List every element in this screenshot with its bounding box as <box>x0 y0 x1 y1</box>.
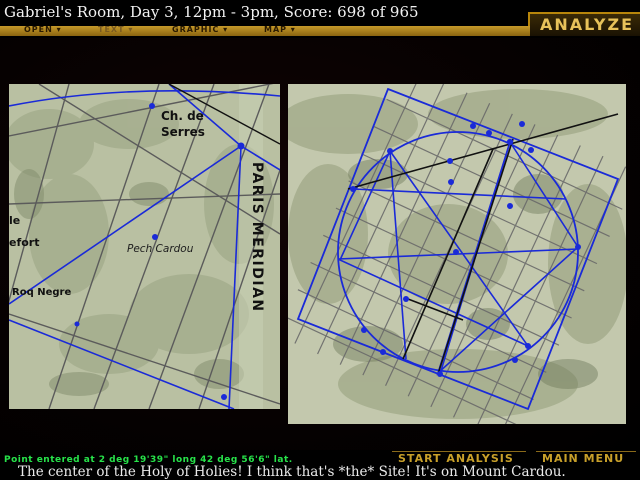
narration-text: The center of the Holy of Holies! I thin… <box>18 464 566 480</box>
label-paris-meridian: PARIS MERIDIAN <box>249 162 265 313</box>
menu-text[interactable]: TEXT ▾ <box>98 25 133 34</box>
label-serres: Serres <box>161 125 205 139</box>
main-menu-button[interactable]: MAIN MENU <box>536 451 636 465</box>
analyze-mode-tab: ANALYZE <box>528 12 640 36</box>
zoomed-map-graphic: Ch. de Serres Pech Cardou Roq Negre le e… <box>9 84 280 409</box>
menu-open[interactable]: OPEN ▾ <box>24 25 62 34</box>
menu-graphic[interactable]: GRAPHIC ▾ <box>172 25 228 34</box>
title-text: Gabriel's Room, Day 3, 12pm - 3pm, Score… <box>4 3 419 21</box>
analyze-label: ANALYZE <box>540 15 634 34</box>
start-analysis-button[interactable]: START ANALYSIS <box>392 451 526 465</box>
overview-map-panel[interactable] <box>288 84 626 424</box>
label-ch: Ch. de <box>161 109 204 123</box>
label-le: le <box>9 214 20 227</box>
overview-map-graphic <box>288 84 626 424</box>
menu-bar: OPEN ▾ TEXT ▾ GRAPHIC ▾ MAP ▾ <box>0 25 530 36</box>
label-roq-negre: Roq Negre <box>12 287 71 298</box>
zoomed-map-panel[interactable]: Ch. de Serres Pech Cardou Roq Negre le e… <box>9 84 280 409</box>
menu-map[interactable]: MAP ▾ <box>264 25 296 34</box>
label-pech-cardou: Pech Cardou <box>127 243 194 255</box>
label-efort: efort <box>9 236 40 249</box>
